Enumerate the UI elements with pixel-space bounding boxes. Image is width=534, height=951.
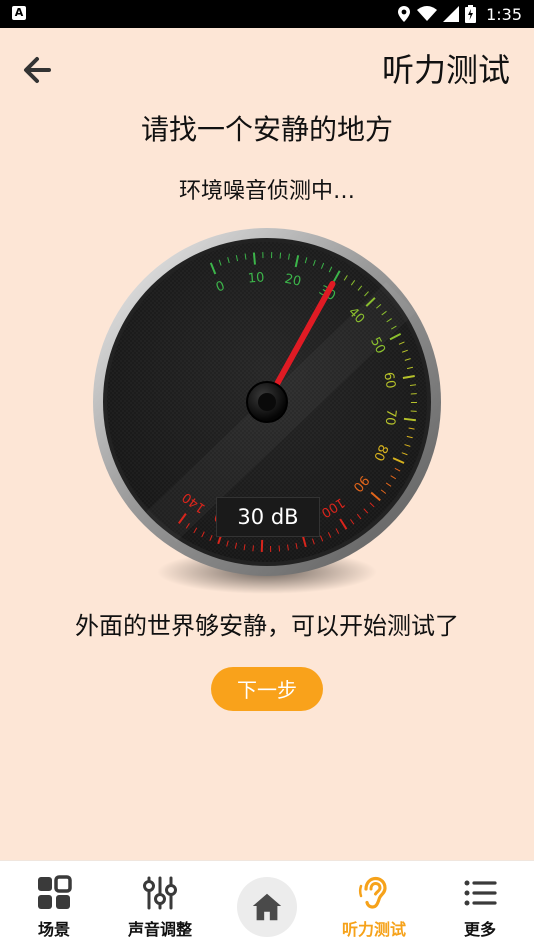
gauge-minor-tick [410,385,416,386]
nav-item-sound-adjust[interactable]: 声音调整 [110,861,210,951]
next-button[interactable]: 下一步 [211,667,323,711]
nav-label-more: 更多 [430,919,530,941]
page-title: 听力测试 [382,48,510,92]
ear-icon [356,875,392,911]
back-button[interactable] [18,50,58,90]
gauge-minor-tick [253,545,254,551]
sliders-icon [142,875,178,911]
quiet-message: 外面的世界够安静，可以开始测试了 [0,606,534,646]
home-button[interactable] [237,877,297,937]
status-bar: A 1:35 [0,0,534,28]
app-bar: 听力测试 [0,28,534,112]
list-icon [462,875,498,911]
gauge-major-tick [254,253,255,265]
nav-item-scenes[interactable]: 场景 [4,861,104,951]
notification-a-icon: A [12,6,26,20]
nav-label-scenes: 场景 [4,919,104,941]
location-icon [397,5,411,23]
wifi-icon [417,6,437,22]
nav-label-sound-adjust: 声音调整 [110,919,210,941]
nav-label-hearing-test: 听力测试 [324,919,424,941]
gauge-scale-label: 60 [380,371,398,390]
status-time: 1:35 [486,5,522,24]
battery-icon [465,5,476,23]
status-icons: 1:35 [397,4,522,24]
back-arrow-icon [18,50,58,90]
bottom-nav: 场景 声音调整 听力测试 [0,860,534,951]
nav-item-more[interactable]: 更多 [430,861,530,951]
instruction-headline: 请找一个安静的地方 [0,110,534,150]
grid-icon [36,875,72,911]
gauge-minor-tick [280,253,281,259]
gauge-scale-label: 70 [382,408,399,426]
home-icon [250,890,284,924]
gauge-minor-tick [279,545,280,551]
nav-item-hearing-test[interactable]: 听力测试 [324,861,424,951]
signal-icon [443,6,459,22]
db-readout: 30 dB [216,497,320,537]
detection-status: 环境噪音侦测中… [0,174,534,210]
noise-gauge: 0102030405060708090100110120130140 [86,222,448,602]
gauge-scale-label: 10 [247,270,265,286]
